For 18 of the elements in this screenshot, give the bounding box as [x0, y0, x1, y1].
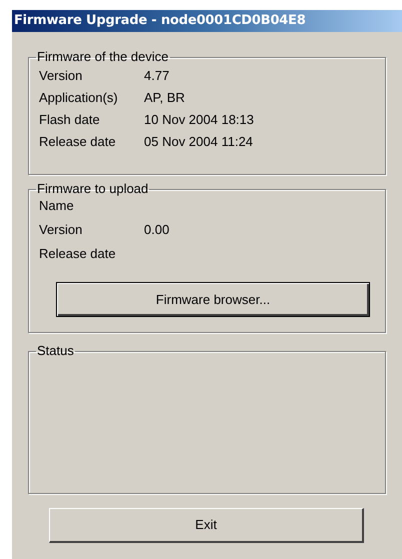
group-title: Status: [36, 344, 75, 358]
field-label: Name: [39, 198, 75, 214]
field-value: 4.77: [144, 68, 170, 84]
field-label: Version: [39, 68, 84, 84]
field-label: Release date: [39, 134, 117, 150]
field-label: Application(s): [39, 90, 119, 106]
field-label: Release date: [39, 246, 117, 262]
field-value: 0.00: [144, 222, 170, 238]
field-value: 10 Nov 2004 18:13: [144, 112, 254, 128]
field-label: Version: [39, 222, 84, 238]
exit-button[interactable]: Exit: [49, 508, 364, 543]
field-value: 05 Nov 2004 11:24: [144, 134, 253, 150]
firmware-browser-button[interactable]: Firmware browser...: [56, 282, 370, 317]
window-title: Firmware Upgrade - node0001CD0B04E8: [14, 12, 306, 30]
group-title: Firmware of the device: [36, 50, 170, 64]
group-title: Firmware to upload: [36, 182, 150, 196]
field-label: Flash date: [39, 112, 101, 128]
field-value: AP, BR: [144, 90, 185, 106]
